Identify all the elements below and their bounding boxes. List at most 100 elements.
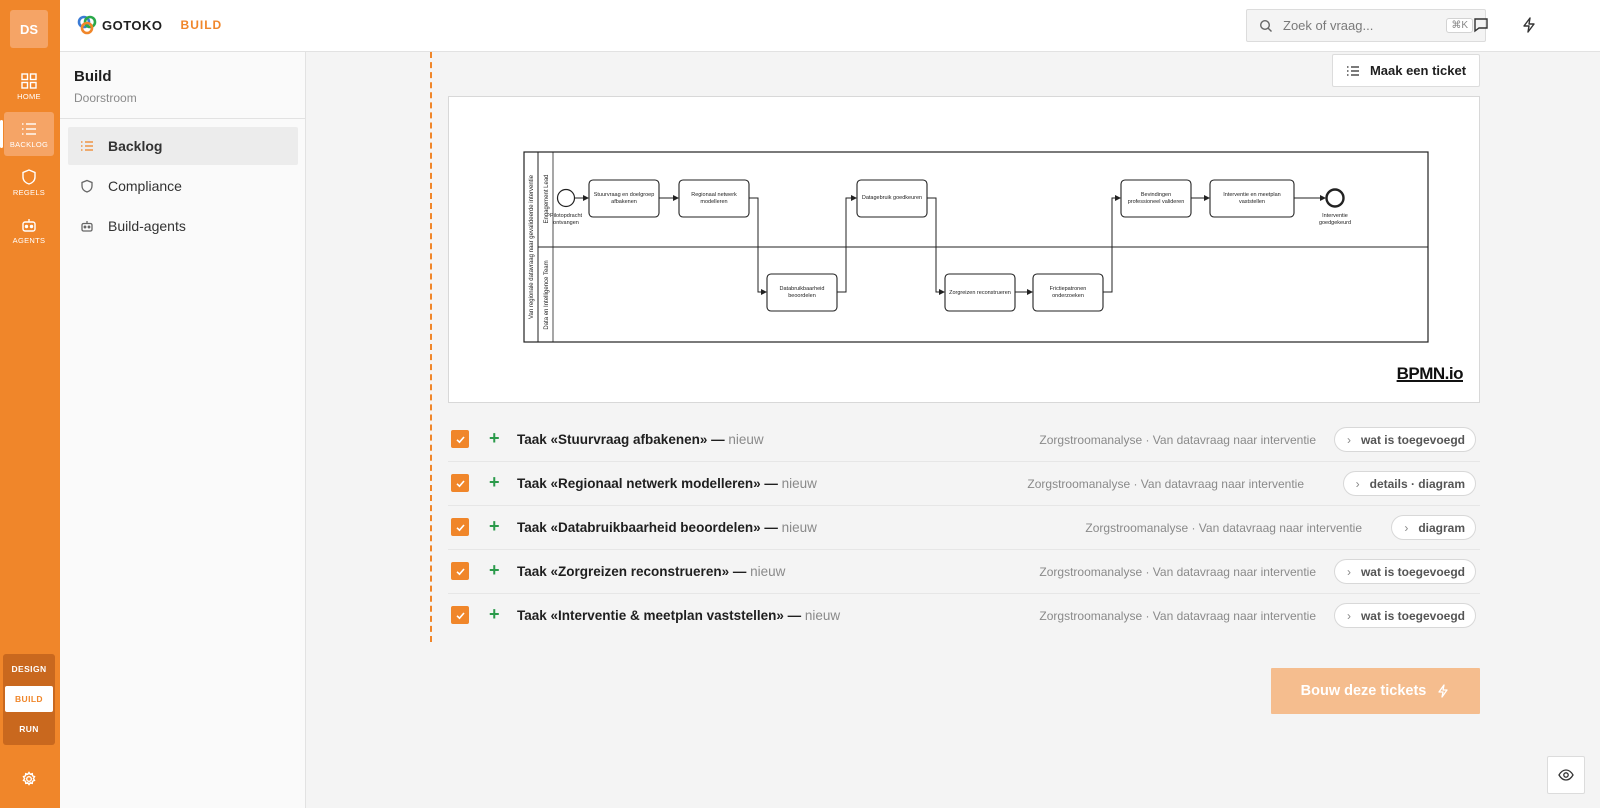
logo[interactable]: GOTOKO BUILD: [76, 14, 222, 36]
search-input[interactable]: [1283, 18, 1443, 33]
gear-icon[interactable]: [20, 770, 38, 788]
task-label-line: Databruikbaarheid: [780, 286, 825, 292]
bpmn-task[interactable]: Stuurvraag en doelgroep afbakenen: [588, 179, 660, 218]
rail-label: HOME: [17, 91, 41, 101]
list-icon: [1346, 65, 1359, 76]
chevron-right-icon: ›: [1346, 432, 1351, 447]
left-rail: DS HOME BACKLOG REGELS AGENTS DESIGN BUI…: [0, 0, 60, 808]
bpmn-task[interactable]: Datagebruik goedkeuren: [856, 179, 928, 218]
ticket-checkbox[interactable]: [451, 474, 469, 492]
ticket-status: nieuw: [777, 476, 817, 491]
task-label-line: Regionaal netwerk: [691, 192, 737, 198]
ticket-action-pill[interactable]: › wat is toegevoegd: [1333, 559, 1476, 584]
event-label-line: Pilotopdracht: [550, 213, 583, 219]
logo-icon: [77, 15, 97, 35]
ticket-title: Taak «Zorgreizen reconstrueren» — nieuw: [517, 564, 785, 579]
svg-text:Datagebruik goedkeuren: Datagebruik goedkeuren: [862, 195, 922, 201]
ticket-action-pill[interactable]: › wat is toegevoegd: [1333, 427, 1476, 452]
checkmark-icon: [455, 479, 465, 487]
task-label-line: vaststellen: [1239, 199, 1265, 205]
ticket-title: Taak «Stuurvraag afbakenen» — nieuw: [517, 432, 764, 447]
checkmark-icon: [455, 523, 465, 531]
nav-item-label: Build-agents: [108, 218, 186, 234]
ticket-context: Zorgstroomanalyse · Van datavraag naar i…: [1085, 521, 1362, 535]
ticket-title-text: Taak «Regionaal netwerk modelleren» —: [517, 476, 778, 491]
rail-item-agents[interactable]: AGENTS: [4, 208, 54, 252]
start-event[interactable]: [556, 188, 576, 208]
top-bar: GOTOKO BUILD ⌘K: [60, 0, 1600, 52]
task-label-line: Frictiepatronen: [1050, 286, 1087, 292]
robot-icon: [81, 221, 93, 232]
pool-label: Van regionale datavraag naar gevalideerd…: [529, 174, 535, 319]
ticket-title-text: Taak «Zorgreizen reconstrueren» —: [517, 564, 747, 579]
search-box[interactable]: ⌘K: [1246, 9, 1486, 42]
build-tickets-button[interactable]: Bouw deze tickets: [1271, 668, 1480, 714]
ticket-checkbox[interactable]: [451, 562, 469, 580]
ticket-status: nieuw: [777, 520, 817, 535]
rail-item-home[interactable]: HOME: [4, 64, 54, 108]
task-label-line: onderzoeken: [1052, 293, 1084, 299]
nav-item-label: Compliance: [108, 178, 182, 194]
ticket-row: + Taak «Regionaal netwerk modelleren» — …: [448, 462, 1480, 506]
event-label: Pilotopdracht ontvangen: [550, 213, 583, 226]
task-label-line: modelleren: [700, 199, 727, 205]
create-ticket-button[interactable]: Maak een ticket: [1332, 54, 1480, 87]
chevron-right-icon: ›: [1346, 608, 1351, 623]
bpmn-task[interactable]: Interventie en meetplan vaststellen: [1209, 179, 1295, 218]
chevron-right-icon: ›: [1404, 520, 1409, 535]
bpmn-task[interactable]: Databruikbaarheid beoordelen: [766, 273, 838, 312]
ticket-action-label: wat is toegevoegd: [1360, 564, 1465, 579]
ticket-row: + Taak «Databruikbaarheid beoordelen» — …: [448, 506, 1480, 550]
timeline-divider: [430, 52, 432, 642]
nav-item-backlog[interactable]: Backlog: [68, 127, 298, 165]
nav-item-compliance[interactable]: Compliance: [68, 167, 298, 205]
divider: [60, 118, 306, 119]
mode-run[interactable]: RUN: [5, 716, 53, 742]
bpmn-logo[interactable]: BPMN.io: [1397, 364, 1464, 384]
mode-design[interactable]: DESIGN: [5, 656, 53, 682]
avatar[interactable]: DS: [10, 10, 48, 48]
chevron-right-icon: ›: [1346, 564, 1351, 579]
event-label-line: goedgekeurd: [1319, 220, 1351, 226]
eye-icon: [1558, 769, 1574, 781]
rail-item-backlog[interactable]: BACKLOG: [0, 112, 54, 156]
end-event[interactable]: [1325, 188, 1345, 208]
ticket-context: Zorgstroomanalyse · Van datavraag naar i…: [1027, 477, 1304, 491]
preview-button[interactable]: [1547, 756, 1585, 794]
bpmn-task[interactable]: Regionaal netwerk modelleren: [678, 179, 750, 218]
shield-icon: [81, 179, 93, 193]
lane-label: Data en Intelligence Team: [544, 260, 550, 329]
ticket-context: Zorgstroomanalyse · Van datavraag naar i…: [1039, 609, 1316, 623]
ticket-title-text: Taak «Stuurvraag afbakenen» —: [517, 432, 725, 447]
ticket-action-label: wat is toegevoegd: [1360, 608, 1465, 623]
checkmark-icon: [455, 435, 465, 443]
ticket-checkbox[interactable]: [451, 518, 469, 536]
bpmn-task[interactable]: Zorgreizen reconstrueren: [944, 273, 1016, 312]
chat-icon[interactable]: [1472, 16, 1490, 34]
lightning-icon[interactable]: [1520, 16, 1538, 34]
ticket-action-pill[interactable]: › diagram: [1391, 515, 1476, 540]
ticket-title: Taak «Regionaal netwerk modelleren» — ni…: [517, 476, 817, 491]
bpmn-task[interactable]: Frictiepatronen onderzoeken: [1032, 273, 1104, 312]
ticket-action-pill[interactable]: › details · diagram: [1342, 471, 1476, 496]
rail-item-regels[interactable]: REGELS: [4, 160, 54, 204]
task-label-line: afbakenen: [611, 199, 637, 205]
bpmn-task[interactable]: Bevindingen professioneel valideren: [1120, 179, 1192, 218]
ticket-action-label: details · diagram: [1369, 476, 1465, 491]
ticket-action-pill[interactable]: › wat is toegevoegd: [1333, 603, 1476, 628]
task-label-line: Bevindingen: [1141, 192, 1171, 198]
ticket-row: + Taak «Stuurvraag afbakenen» — nieuw Zo…: [448, 418, 1480, 462]
svg-text:Frictiepatronenonderzoeken: Frictiepatronen onderzoeken: [1050, 286, 1087, 299]
ticket-row: + Taak «Zorgreizen reconstrueren» — nieu…: [448, 550, 1480, 594]
nav-item-label: Backlog: [108, 138, 163, 154]
event-label: Interventie goedgekeurd: [1319, 213, 1351, 226]
checkmark-icon: [455, 567, 465, 575]
logo-text: GOTOKO: [102, 17, 163, 33]
ticket-checkbox[interactable]: [451, 430, 469, 448]
bpmn-diagram[interactable]: Van regionale datavraag naar gevalideerd…: [448, 96, 1480, 403]
mode-build[interactable]: BUILD: [5, 686, 53, 712]
nav-item-build-agents[interactable]: Build-agents: [68, 207, 298, 245]
ticket-context: Zorgstroomanalyse · Van datavraag naar i…: [1039, 433, 1316, 447]
ticket-checkbox[interactable]: [451, 606, 469, 624]
search-icon: [1259, 19, 1272, 32]
